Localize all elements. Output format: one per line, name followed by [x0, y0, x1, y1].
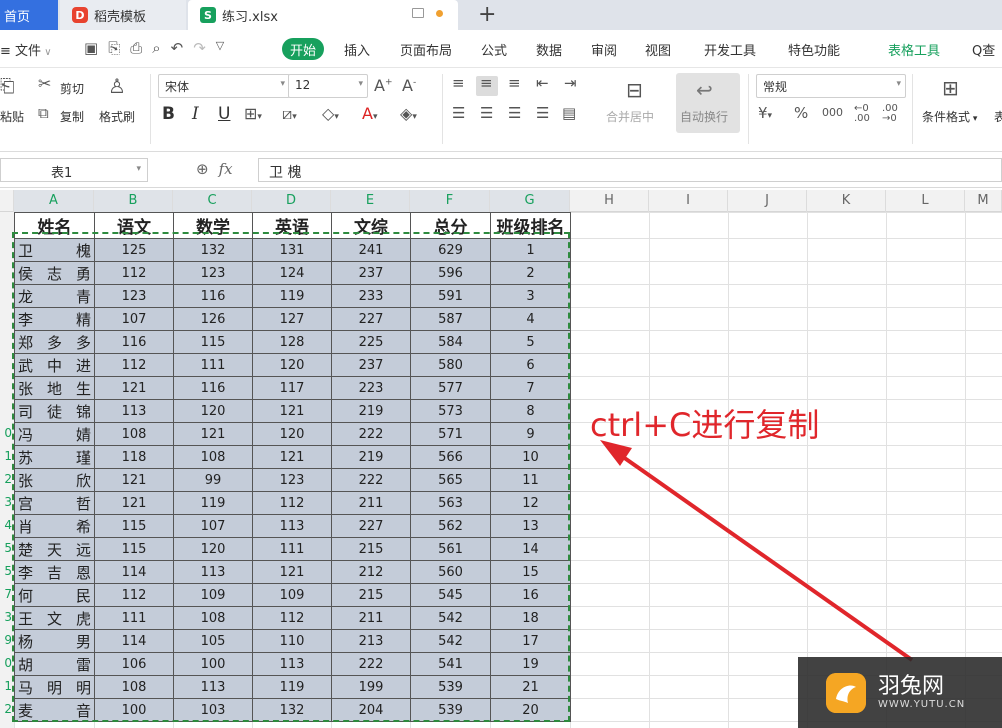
watermark-name: 羽兔网 [878, 674, 945, 699]
annotation-text: ctrl+C进行复制 [590, 406, 820, 444]
annotation-arrow [600, 440, 914, 662]
yutu-logo-icon [826, 672, 866, 713]
watermark-url: WWW.YUTU.CN [878, 699, 966, 710]
watermark: 羽兔网 WWW.YUTU.CN [798, 657, 1002, 728]
